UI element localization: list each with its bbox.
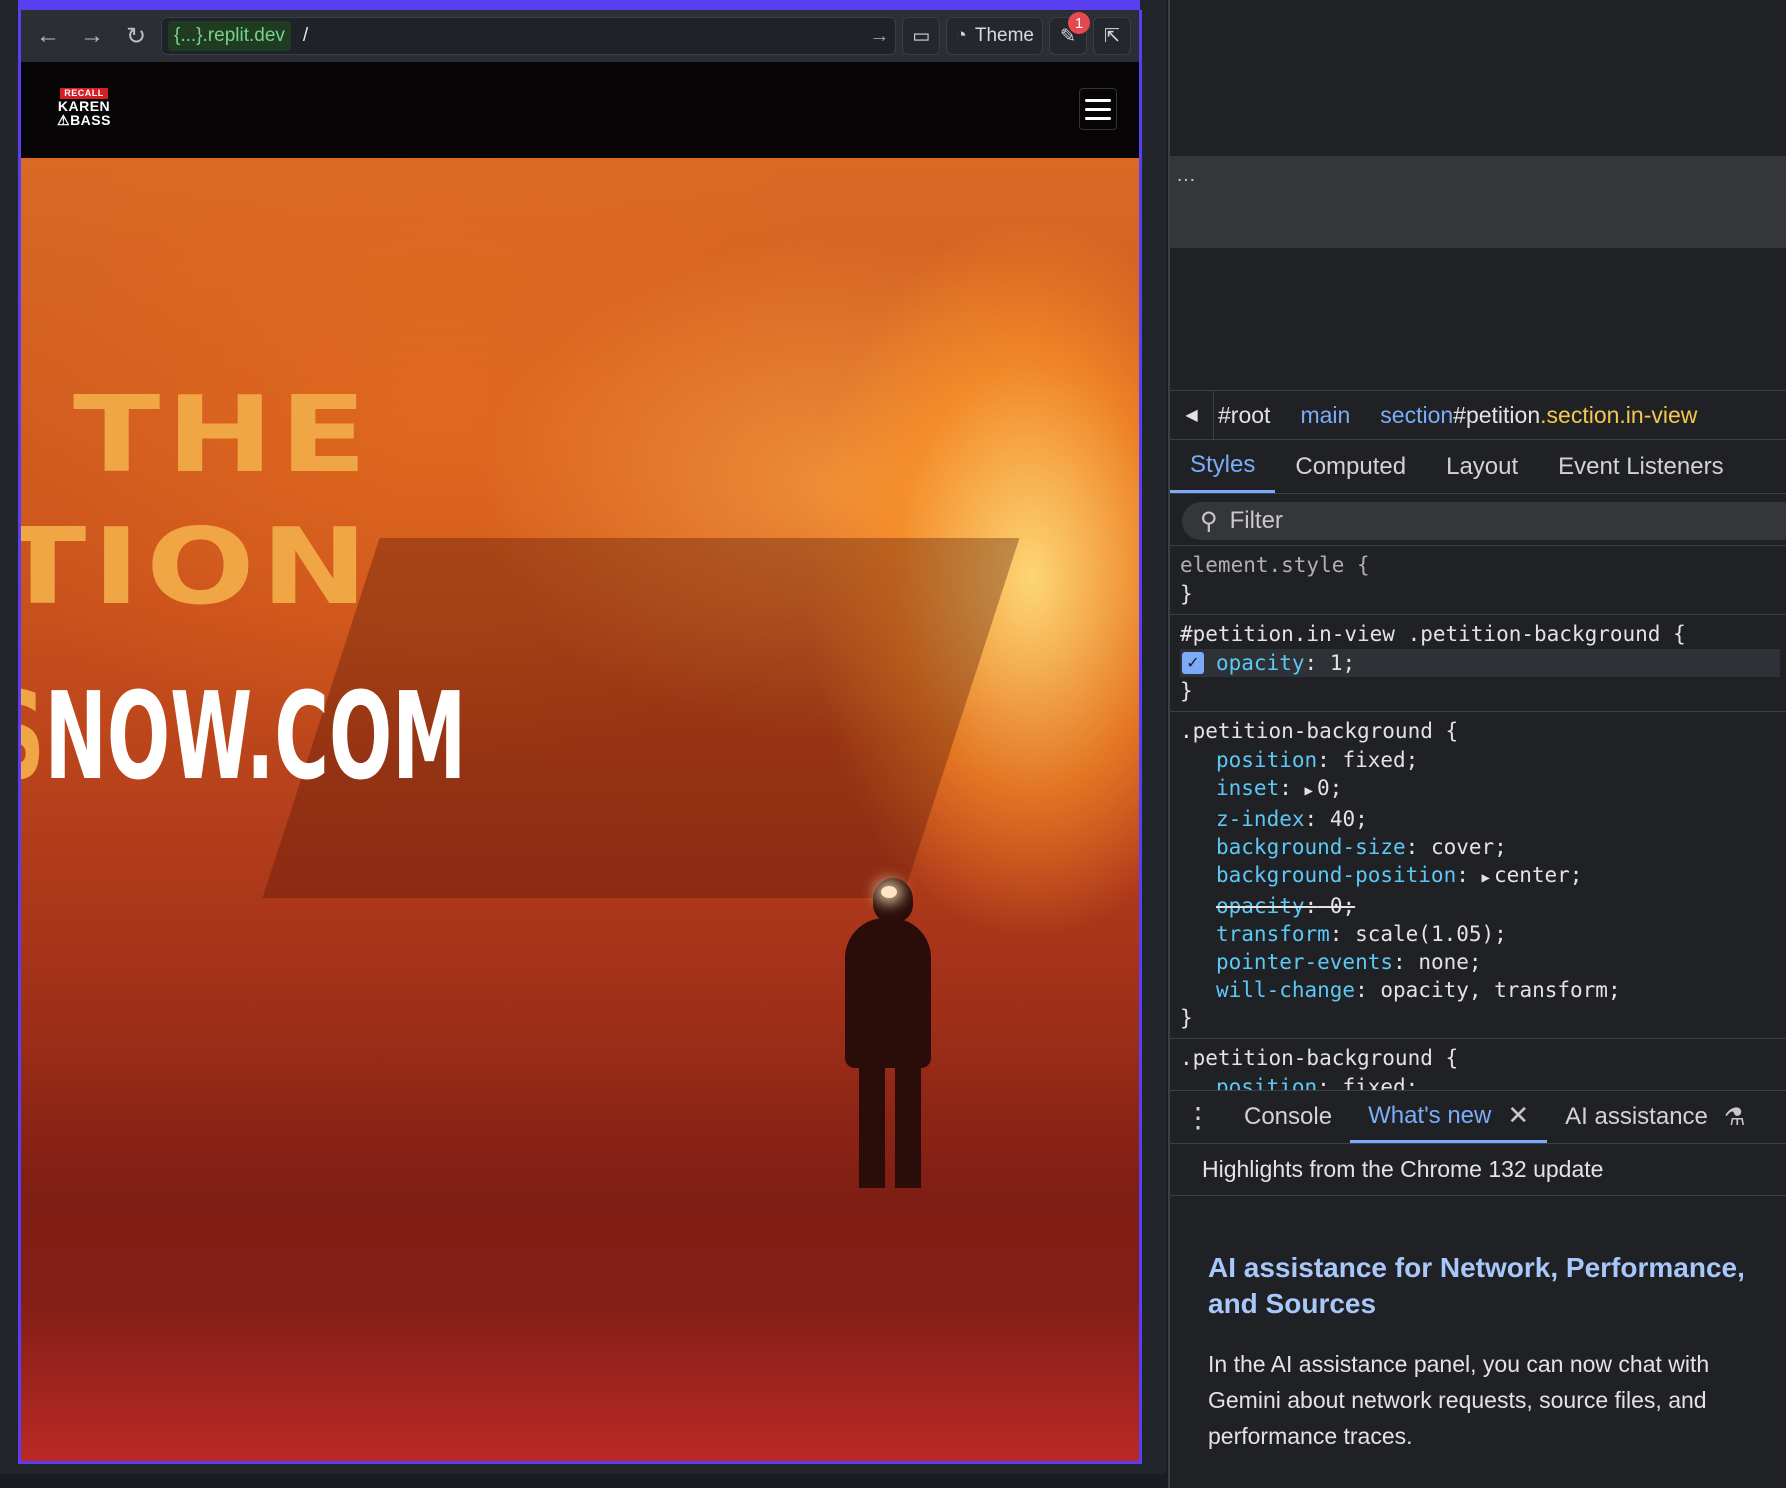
host-chip[interactable]: {...}.replit.dev xyxy=(168,21,291,51)
back-arrow-icon[interactable]: ← xyxy=(29,17,67,55)
css-property[interactable]: background-size: cover; xyxy=(1180,833,1780,861)
site-header: RECALL KAREN ⚠BASS xyxy=(21,62,1139,158)
drawer-tabs: ⋮ Console What's new ✕ AI assistance ⚗ xyxy=(1170,1090,1786,1144)
tab-event-listeners[interactable]: Event Listeners xyxy=(1538,440,1743,493)
preview-frame: ← → ↻ {...}.replit.dev / → ▭ ◔ Theme ✎ 1… xyxy=(18,10,1142,1464)
rule-selector[interactable]: element.style { xyxy=(1180,550,1780,580)
devtools-subtabs: Styles Computed Layout Event Listeners xyxy=(1170,440,1786,494)
tab-ai-assistance[interactable]: AI assistance ⚗ xyxy=(1547,1091,1763,1143)
drawer-more-icon[interactable]: ⋮ xyxy=(1170,1091,1226,1143)
tab-layout[interactable]: Layout xyxy=(1426,440,1538,493)
webview-pane: ← → ↻ {...}.replit.dev / → ▭ ◔ Theme ✎ 1… xyxy=(0,0,1166,1488)
logo-line-bass: ⚠BASS xyxy=(57,112,111,128)
address-path[interactable]: / xyxy=(303,25,857,47)
breadcrumb-main[interactable]: main xyxy=(1300,402,1350,429)
rule-selector[interactable]: .petition-background { xyxy=(1180,716,1780,746)
hero-section: THE TION SNOW.COM xyxy=(21,158,1139,1461)
firefighter-silhouette xyxy=(821,878,941,1198)
theme-button[interactable]: ◔ Theme xyxy=(946,17,1043,55)
css-property[interactable]: pointer-events: none; xyxy=(1180,948,1780,976)
tab-whats-new[interactable]: What's new ✕ xyxy=(1350,1091,1548,1143)
css-property[interactable]: background-position: ▶ center; xyxy=(1180,861,1780,892)
whats-new-header: Highlights from the Chrome 132 update xyxy=(1170,1144,1786,1196)
css-rule-element-style: element.style { } xyxy=(1170,546,1786,615)
tab-computed[interactable]: Computed xyxy=(1275,440,1426,493)
reload-icon[interactable]: ↻ xyxy=(117,17,155,55)
styles-filter-input[interactable]: ⚲ Filter xyxy=(1182,502,1786,540)
css-property[interactable]: position: fixed; xyxy=(1180,1073,1780,1090)
tab-styles[interactable]: Styles xyxy=(1170,440,1276,493)
flask-icon: ⚗ xyxy=(1723,1103,1746,1131)
tab-ai-assistance-label: AI assistance xyxy=(1565,1103,1708,1130)
expand-triangle-icon[interactable]: ▶ xyxy=(1482,870,1490,886)
logo-line-karen: KAREN xyxy=(57,98,111,114)
css-property[interactable]: will-change: opacity, transform; xyxy=(1180,976,1780,1004)
css-property[interactable]: inset: ▶ 0; xyxy=(1180,774,1780,805)
hero-text-line-1: THE xyxy=(73,374,373,497)
css-property[interactable]: position: fixed; xyxy=(1180,746,1780,774)
styles-pane: element.style { } #petition.in-view .pet… xyxy=(1170,546,1786,1090)
property-checkbox-icon[interactable]: ✓ xyxy=(1182,652,1204,674)
dom-overflow-dots[interactable]: … xyxy=(1176,164,1197,187)
css-property-overridden[interactable]: opacity: 0; xyxy=(1180,892,1780,920)
article-title[interactable]: AI assistance for Network, Performance, … xyxy=(1208,1250,1778,1322)
filter-funnel-icon: ⚲ xyxy=(1200,507,1218,535)
css-property[interactable]: z-index: 40; xyxy=(1180,805,1780,833)
rule-selector[interactable]: .petition-background { xyxy=(1180,1043,1780,1073)
filter-placeholder: Filter xyxy=(1229,507,1283,534)
rule-selector[interactable]: #petition.in-view .petition-background { xyxy=(1180,619,1780,649)
breadcrumb-root[interactable]: #root xyxy=(1218,402,1270,429)
webview-bottom-bar xyxy=(0,1474,1166,1488)
theme-label: Theme xyxy=(974,25,1034,46)
hero-text-accent: S xyxy=(21,668,45,807)
css-rule-petition-background-2: .petition-background { position: fixed; xyxy=(1170,1039,1786,1090)
hero-text-line-3: SNOW.COM xyxy=(21,668,466,807)
open-new-tab-icon[interactable]: ⇱ xyxy=(1093,17,1131,55)
close-icon[interactable]: ✕ xyxy=(1507,1100,1529,1131)
tab-console[interactable]: Console xyxy=(1226,1091,1350,1143)
css-rule-petition-inview: #petition.in-view .petition-background {… xyxy=(1170,615,1786,712)
forward-arrow-icon[interactable]: → xyxy=(73,17,111,55)
hero-text-domain: NOW.COM xyxy=(44,668,467,807)
whats-new-article: AI assistance for Network, Performance, … xyxy=(1208,1250,1778,1454)
rule-close-brace: } xyxy=(1180,1006,1193,1030)
devtools-panel: … ◀ #root main section#petition.section.… xyxy=(1168,0,1786,1488)
devtools-wrench-icon[interactable]: ✎ 1 xyxy=(1049,12,1090,55)
article-body: In the AI assistance panel, you can now … xyxy=(1208,1351,1710,1449)
hero-text-line-2: TION xyxy=(21,506,374,629)
go-arrow-icon[interactable]: → xyxy=(869,25,889,48)
url-toolbar: ← → ↻ {...}.replit.dev / → ▭ ◔ Theme ✎ 1… xyxy=(21,10,1139,62)
rule-close-brace: } xyxy=(1180,679,1193,703)
webview-accent-bar xyxy=(18,0,1140,10)
expand-triangle-icon[interactable]: ▶ xyxy=(1305,783,1313,799)
address-bar[interactable]: {...}.replit.dev / → xyxy=(161,17,897,55)
breadcrumb: ◀ #root main section#petition.section.in… xyxy=(1170,390,1786,440)
site-logo[interactable]: RECALL KAREN ⚠BASS xyxy=(51,88,117,128)
rule-close-brace: } xyxy=(1180,582,1193,606)
breadcrumb-scroll-left-icon[interactable]: ◀ xyxy=(1170,391,1214,439)
notification-badge: 1 xyxy=(1068,12,1090,34)
tab-whats-new-label: What's new xyxy=(1368,1101,1492,1129)
css-property[interactable]: transform: scale(1.05); xyxy=(1180,920,1780,948)
filter-row: ⚲ Filter xyxy=(1170,494,1786,546)
hero-ground xyxy=(21,1058,1139,1461)
breadcrumb-section[interactable]: section#petition.section.in-view xyxy=(1380,402,1697,429)
css-property[interactable]: ✓ opacity: 1; xyxy=(1180,649,1780,677)
palette-icon: ◔ xyxy=(955,25,967,46)
device-preview-icon[interactable]: ▭ xyxy=(902,17,941,55)
css-rule-petition-background: .petition-background { position: fixed; … xyxy=(1170,712,1786,1039)
dom-tree-row[interactable]: … xyxy=(1170,156,1786,248)
hamburger-menu-icon[interactable] xyxy=(1079,88,1117,130)
